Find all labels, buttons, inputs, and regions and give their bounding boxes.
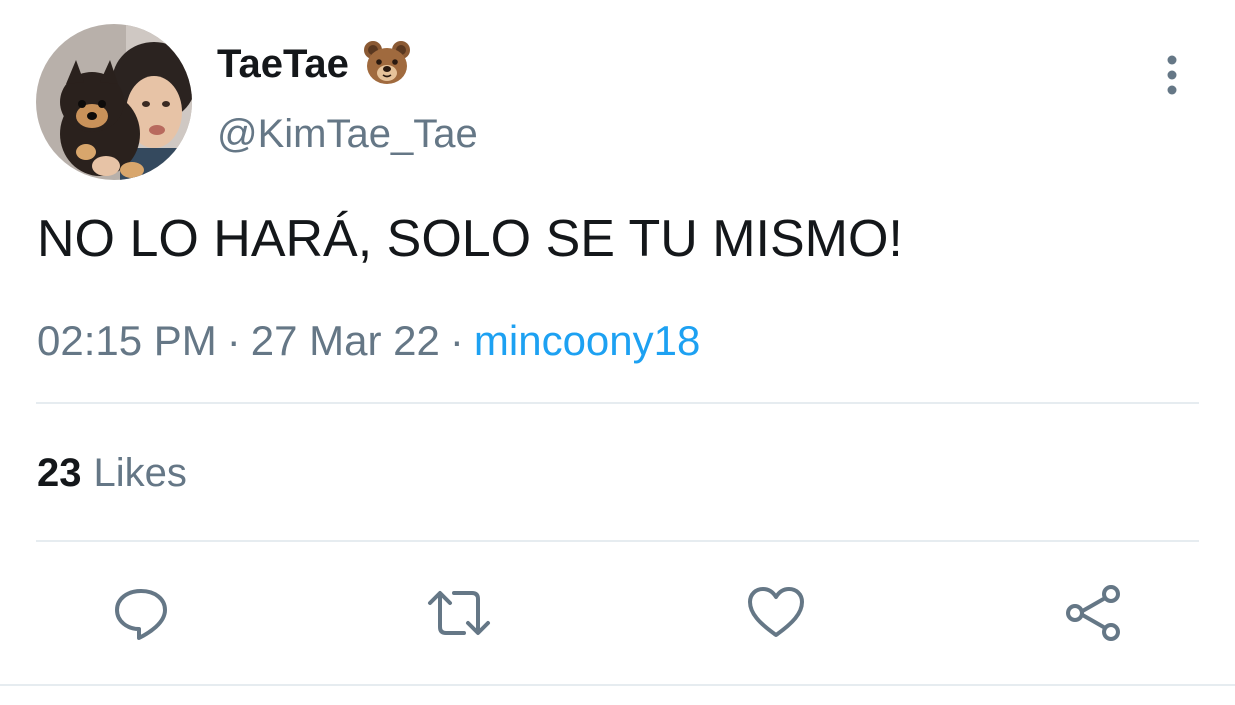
reply-icon [115, 589, 167, 640]
display-name-text: TaeTae [217, 42, 349, 86]
avatar-image [36, 24, 192, 180]
tweet-date: 27 Mar 22 [250, 317, 440, 364]
like-button[interactable] [743, 580, 809, 646]
bottom-border [0, 684, 1235, 686]
divider [36, 540, 1199, 542]
tweet-source-link[interactable]: mincoony18 [474, 317, 700, 364]
retweet-icon [428, 591, 490, 635]
likes-stat[interactable]: 23 Likes [37, 448, 187, 498]
share-button[interactable] [1061, 580, 1127, 646]
tweet-meta: 02:15 PM · 27 Mar 22 · mincoony18 [37, 316, 700, 366]
meta-separator: · [449, 317, 464, 364]
share-icon [1066, 585, 1120, 641]
bear-face-icon [361, 38, 413, 90]
divider [36, 402, 1199, 404]
heart-icon [748, 587, 804, 637]
reply-button[interactable] [108, 580, 174, 646]
more-options-button[interactable] [1150, 50, 1194, 100]
likes-label: Likes [93, 451, 187, 495]
likes-count: 23 [37, 451, 82, 495]
avatar[interactable] [36, 24, 192, 180]
more-vertical-icon [1167, 55, 1177, 95]
user-handle[interactable]: @KimTae_Tae [217, 110, 478, 158]
meta-separator: · [226, 317, 241, 364]
tweet-time: 02:15 PM [37, 317, 217, 364]
display-name[interactable]: TaeTae [217, 38, 413, 90]
retweet-button[interactable] [426, 580, 492, 646]
tweet-text: NO LO HARÁ, SOLO SE TU MISMO! [37, 210, 903, 268]
